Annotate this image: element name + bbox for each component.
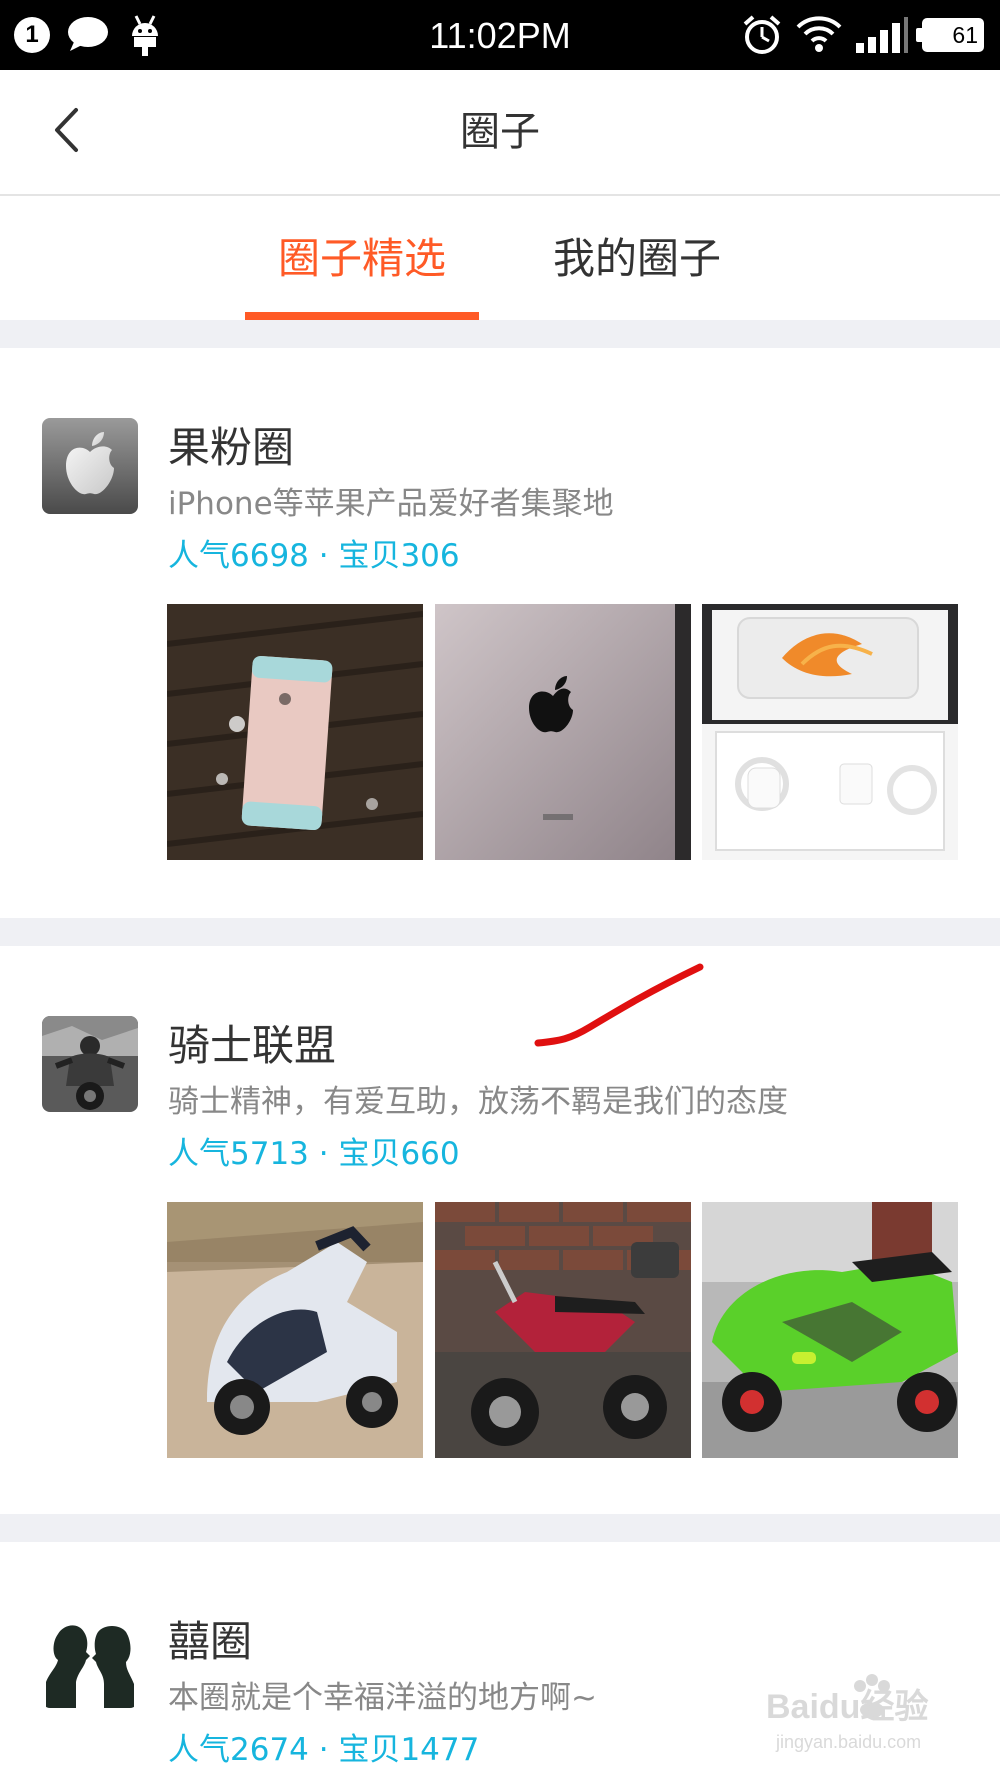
red-motorcycle-photo[interactable] [435, 1202, 691, 1458]
circle-card[interactable]: 果粉圈 iPhone等苹果产品爱好者集聚地 人气6698 · 宝贝306 [0, 348, 1000, 918]
white-scooter-photo[interactable] [167, 1202, 423, 1458]
tab-bar: 圈子精选 我的圈子 [0, 196, 1000, 320]
circle-description: iPhone等苹果产品爱好者集聚地 [168, 486, 614, 522]
clock-time: 11:02PM [429, 15, 571, 56]
circle-description: 本圈就是个幸福洋溢的地方啊~ [168, 1680, 597, 1716]
section-divider [0, 1514, 1000, 1542]
battery-icon: 61 [916, 18, 984, 52]
signal-icon [854, 17, 910, 57]
circle-stats: 人气2674 · 宝贝1477 [168, 1732, 480, 1768]
alarm-icon [742, 14, 782, 60]
circle-name: 囍圈 [168, 1617, 253, 1666]
ipad-back-photo[interactable] [435, 604, 691, 860]
back-button[interactable] [36, 102, 96, 162]
circle-name: 果粉圈 [168, 423, 295, 472]
iphone-se-on-table-photo[interactable] [167, 604, 423, 860]
active-tab-indicator [245, 312, 479, 320]
section-divider [0, 918, 1000, 946]
tab-my-circles[interactable]: 我的圈子 [520, 196, 754, 320]
circle-description: 骑士精神，有爱互助，放荡不羁是我们的态度 [168, 1084, 788, 1120]
circle-stats: 人气6698 · 宝贝306 [168, 538, 460, 574]
nav-header: 圈子 [0, 70, 1000, 196]
page-title: 圈子 [460, 109, 540, 155]
couple-silhouette-avatar[interactable] [42, 1612, 138, 1708]
circle-card[interactable]: 囍圈 本圈就是个幸福洋溢的地方啊~ 人气2674 · 宝贝1477 [0, 1542, 1000, 1776]
status-bar: 1 11:02PM 61 [0, 0, 1000, 70]
iphone-box-photo[interactable] [702, 604, 958, 860]
chevron-left-icon [52, 107, 80, 157]
biker-avatar[interactable] [42, 1016, 138, 1112]
circle-card[interactable]: 骑士联盟 骑士精神，有爱互助，放荡不羁是我们的态度 人气5713 · 宝贝660 [0, 946, 1000, 1514]
circle-stats: 人气5713 · 宝贝660 [168, 1136, 460, 1172]
circle-photo-row [167, 1202, 958, 1458]
apple-logo-avatar[interactable] [42, 418, 138, 514]
green-sportbike-photo[interactable] [702, 1202, 958, 1458]
section-divider [0, 320, 1000, 348]
circle-photo-row [167, 604, 958, 860]
circle-name: 骑士联盟 [168, 1021, 337, 1070]
tab-featured-circles[interactable]: 圈子精选 [245, 196, 479, 320]
wifi-icon [796, 15, 842, 57]
